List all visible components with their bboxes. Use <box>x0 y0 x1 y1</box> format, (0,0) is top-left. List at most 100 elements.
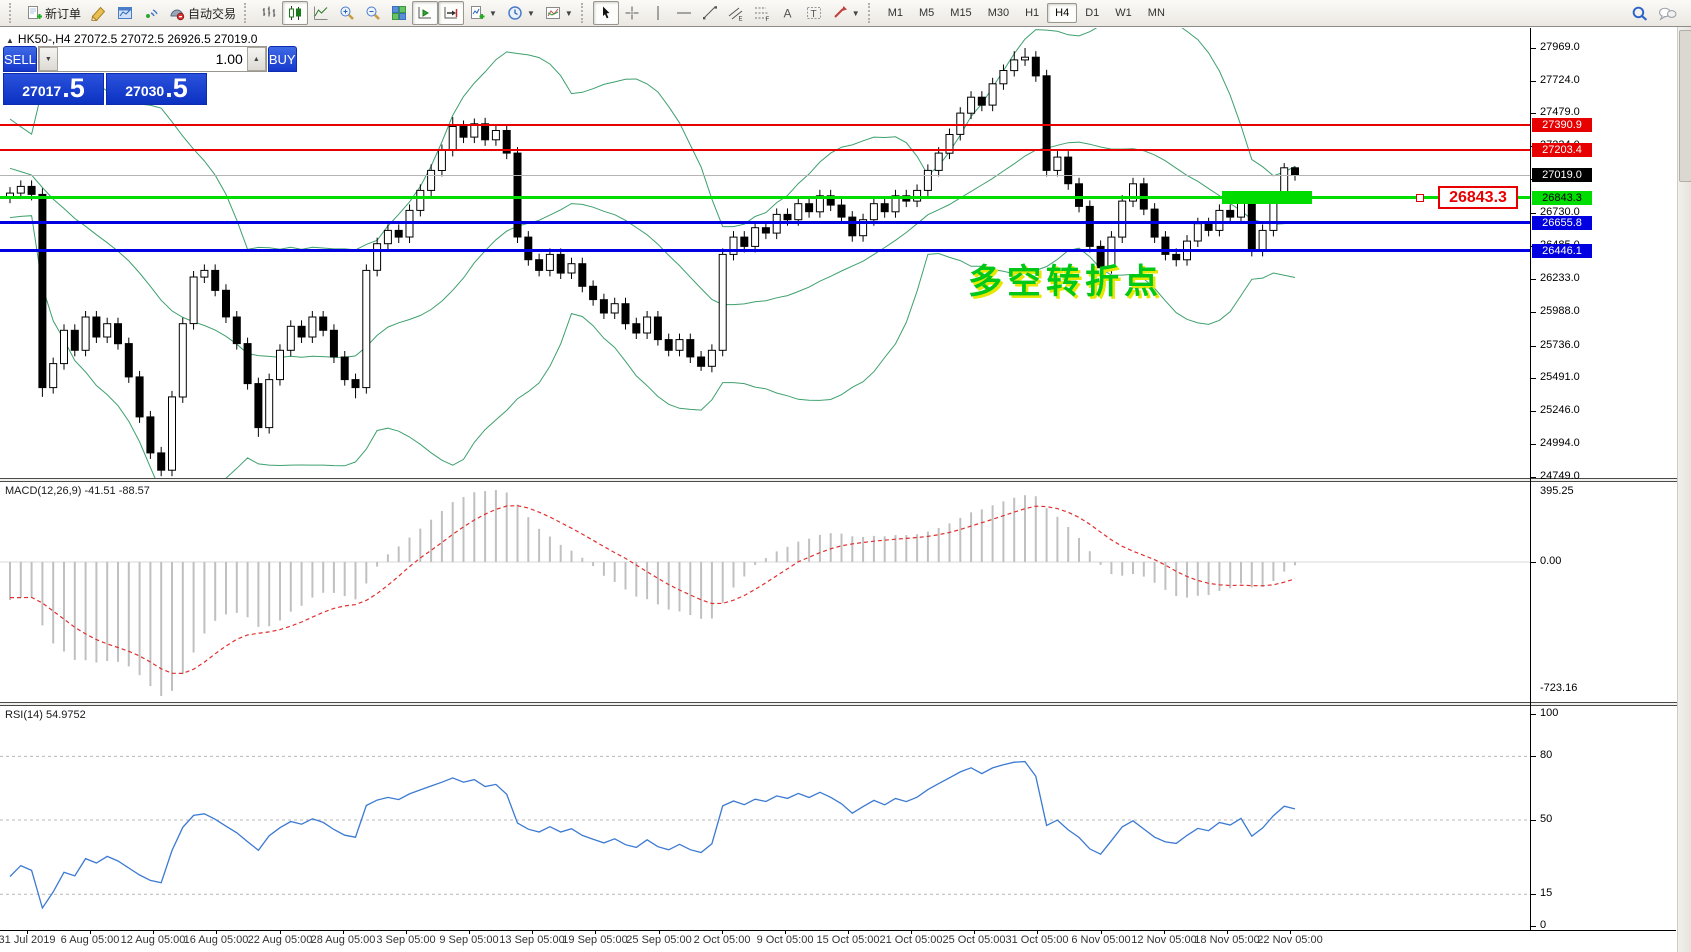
sell-button[interactable]: SELL <box>3 46 37 72</box>
rsi-panel[interactable]: RSI(14) 54.9752 <box>0 706 1530 930</box>
search-icon[interactable] <box>1631 5 1648 22</box>
rsi-axis-label: 100 <box>1540 707 1558 719</box>
timeframe-W1[interactable]: W1 <box>1107 3 1140 23</box>
trading-platform-window: 新订单 自动交易 <box>0 0 1691 952</box>
chart-shift-button[interactable] <box>438 1 464 25</box>
crayon-icon <box>91 5 107 21</box>
toolbar-grip[interactable] <box>244 3 253 23</box>
current-price-label: 27019.0 <box>1532 168 1592 182</box>
equidistant-channel-button[interactable]: E <box>723 1 749 25</box>
cursor-icon <box>598 5 614 21</box>
time-axis-label: 6 Aug 05:00 <box>61 934 120 946</box>
rsi-label: RSI(14) 54.9752 <box>5 709 86 721</box>
timeframe-M15[interactable]: M15 <box>942 3 979 23</box>
arrows-button[interactable]: ▼ <box>827 1 865 25</box>
macd-axis-min: -723.16 <box>1540 682 1577 694</box>
periods-button[interactable]: ▼ <box>502 1 540 25</box>
auto-trading-button[interactable]: 自动交易 <box>164 1 241 25</box>
time-axis-label: 21 Oct 05:00 <box>880 934 943 946</box>
volume-increase-button[interactable]: ▲ <box>247 47 266 71</box>
volume-decrease-button[interactable]: ▼ <box>39 47 58 71</box>
cursor-button[interactable] <box>593 1 619 25</box>
trendline-button[interactable] <box>697 1 723 25</box>
metaeditor-button[interactable] <box>86 1 112 25</box>
time-axis-label: 31 Oct 05:00 <box>1006 934 1069 946</box>
vertical-scrollbar[interactable] <box>1677 27 1691 952</box>
timeframe-D1[interactable]: D1 <box>1077 3 1107 23</box>
volume-input[interactable] <box>58 47 247 71</box>
tile-windows-button[interactable] <box>386 1 412 25</box>
main-chart-panel[interactable]: ▲HK50-,H4 27072.5 27072.5 26926.5 27019.… <box>0 28 1530 478</box>
time-axis-label: 12 Nov 05:00 <box>1131 934 1196 946</box>
price-line-label: 26655.8 <box>1532 216 1592 230</box>
timeframe-M30[interactable]: M30 <box>980 3 1017 23</box>
new-chart-button[interactable] <box>112 1 138 25</box>
time-axis-label: 22 Nov 05:00 <box>1257 934 1322 946</box>
chart-title: ▲HK50-,H4 27072.5 27072.5 26926.5 27019.… <box>6 32 257 46</box>
candlestick-chart-button[interactable] <box>282 1 308 25</box>
time-axis-line <box>0 930 1676 931</box>
text-label-icon: T <box>806 5 822 21</box>
vertical-line-button[interactable] <box>645 1 671 25</box>
fibonacci-icon: F <box>754 5 770 21</box>
highlight-zone-handle[interactable] <box>1300 192 1312 204</box>
buy-button[interactable]: BUY <box>268 46 297 72</box>
time-axis-label: 9 Sep 05:00 <box>439 934 498 946</box>
new-order-icon <box>26 5 42 21</box>
highlight-zone <box>1222 191 1312 204</box>
new-order-button[interactable]: 新订单 <box>21 1 86 25</box>
axis-tick-label: 27724.0 <box>1540 74 1580 86</box>
toolbar-grip[interactable] <box>9 3 18 23</box>
macd-label: MACD(12,26,9) -41.51 -88.57 <box>5 485 150 497</box>
crosshair-button[interactable] <box>619 1 645 25</box>
template-icon <box>545 5 561 21</box>
timeframe-H4[interactable]: H4 <box>1047 3 1077 23</box>
fibonacci-button[interactable]: F <box>749 1 775 25</box>
signals-button[interactable] <box>138 1 164 25</box>
time-axis-label: 28 Aug 05:00 <box>311 934 376 946</box>
candlestick-icon <box>287 5 303 21</box>
sell-price[interactable]: 27017.5 <box>3 73 104 105</box>
trendline-icon <box>702 5 718 21</box>
timeframe-MN[interactable]: MN <box>1140 3 1173 23</box>
toolbar-grip[interactable] <box>581 3 590 23</box>
timeframe-H1[interactable]: H1 <box>1017 3 1047 23</box>
svg-text:E: E <box>738 17 742 22</box>
auto-trading-label: 自动交易 <box>188 5 236 22</box>
add-indicator-icon <box>469 5 485 21</box>
candlestick-chart-canvas[interactable] <box>0 28 1530 478</box>
axis-tick <box>1531 378 1536 379</box>
scrollbar-thumb[interactable] <box>1679 30 1691 182</box>
time-axis-label: 2 Oct 05:00 <box>694 934 751 946</box>
auto-scroll-button[interactable] <box>412 1 438 25</box>
templates-button[interactable]: ▼ <box>540 1 578 25</box>
time-axis-label: 19 Sep 05:00 <box>562 934 627 946</box>
horizontal-price-line <box>0 149 1530 151</box>
horizontal-line-button[interactable] <box>671 1 697 25</box>
chevron-down-icon: ▼ <box>852 9 860 18</box>
time-axis-label: 6 Nov 05:00 <box>1071 934 1130 946</box>
axis-tick-label: 25491.0 <box>1540 371 1580 383</box>
zoom-out-button[interactable] <box>360 1 386 25</box>
text-label-button[interactable]: T <box>801 1 827 25</box>
text-button[interactable]: A <box>775 1 801 25</box>
price-line-label: 26843.3 <box>1532 191 1592 205</box>
zoom-out-icon <box>365 5 381 21</box>
collapse-triangle-icon[interactable]: ▲ <box>6 36 14 45</box>
line-chart-button[interactable] <box>308 1 334 25</box>
toolbar-grip[interactable] <box>868 3 877 23</box>
bar-chart-button[interactable] <box>256 1 282 25</box>
chat-icon[interactable] <box>1658 5 1677 22</box>
macd-axis-max: 395.25 <box>1540 485 1574 497</box>
price-line-label: 27390.9 <box>1532 118 1592 132</box>
macd-panel[interactable]: MACD(12,26,9) -41.51 -88.57 <box>0 482 1530 702</box>
axis-tick <box>1531 477 1536 478</box>
timeframe-M1[interactable]: M1 <box>880 3 911 23</box>
zoom-in-button[interactable] <box>334 1 360 25</box>
arrow-objects-icon <box>832 5 848 21</box>
zoom-in-icon <box>339 5 355 21</box>
buy-price[interactable]: 27030.5 <box>106 73 207 105</box>
current-price-line <box>0 175 1530 176</box>
indicators-button[interactable]: ▼ <box>464 1 502 25</box>
timeframe-M5[interactable]: M5 <box>911 3 942 23</box>
